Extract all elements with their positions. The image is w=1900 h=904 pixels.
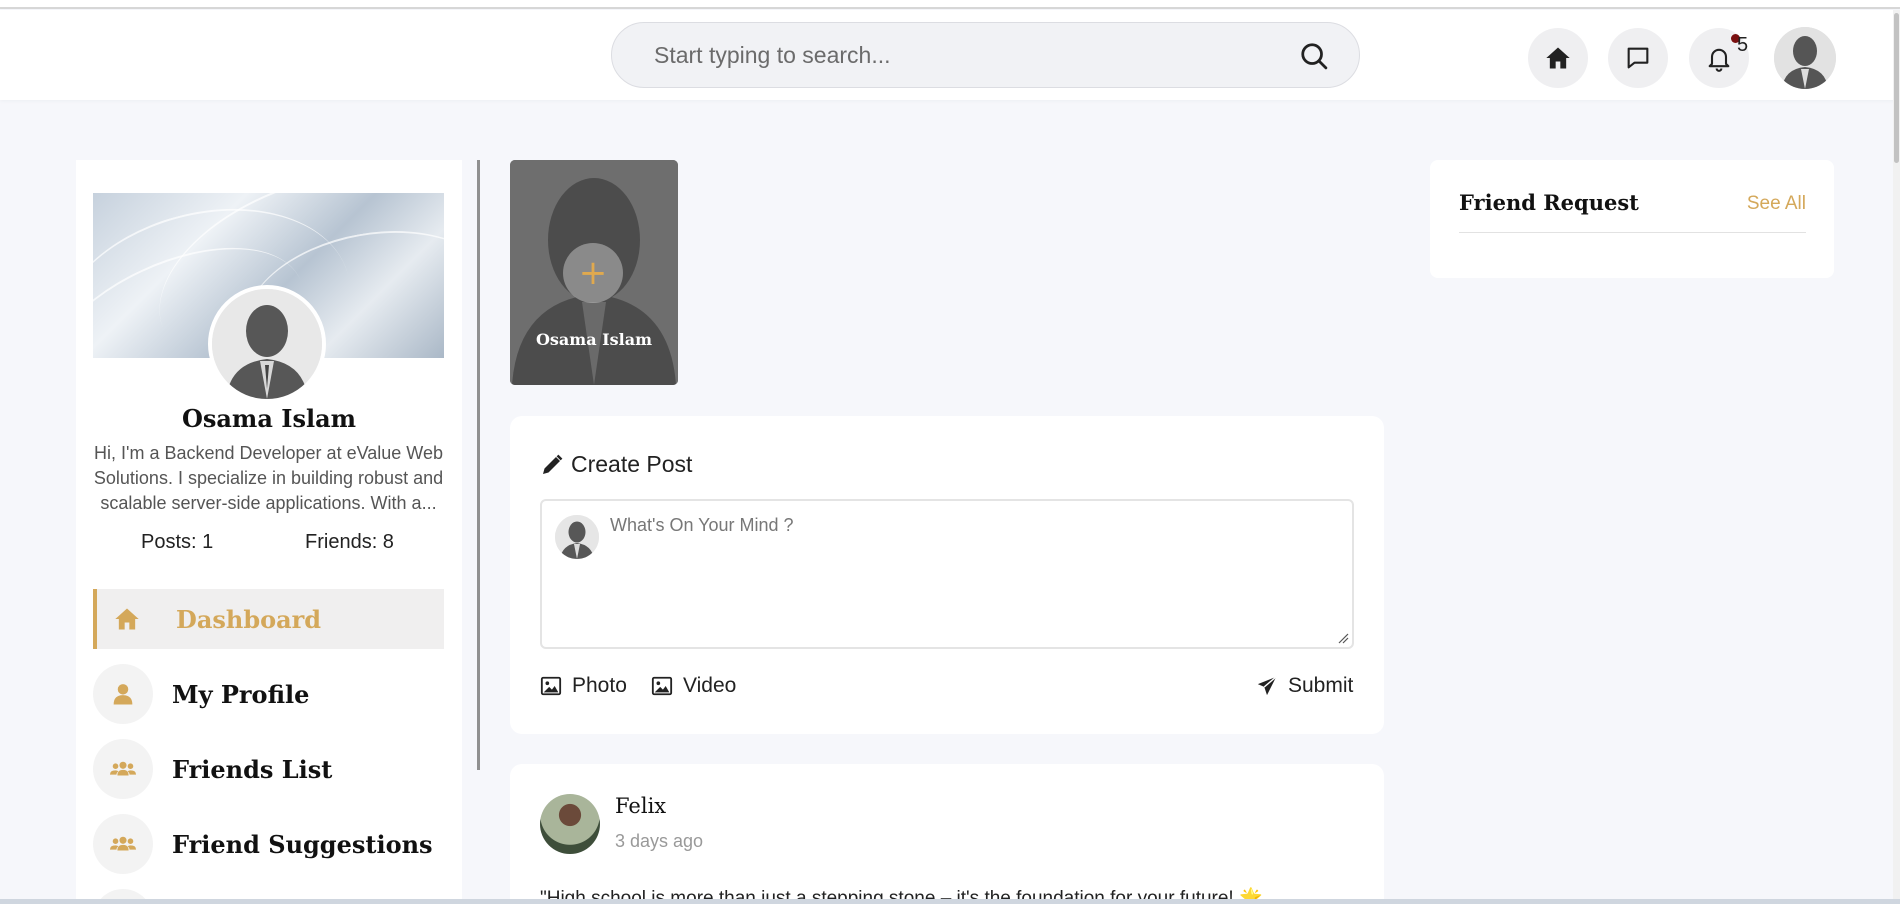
user-icon	[93, 664, 153, 724]
paper-plane-icon	[1257, 676, 1277, 696]
page-scrollbar[interactable]	[1893, 10, 1900, 904]
post-composer[interactable]	[540, 499, 1354, 649]
photo-label: Photo	[572, 674, 627, 697]
user-avatar[interactable]	[1774, 27, 1836, 89]
nav-item-friends-list[interactable]: Friends List	[93, 739, 444, 799]
image-icon	[540, 676, 562, 696]
profile-bio: Hi, I'm a Backend Developer at eValue We…	[93, 443, 444, 513]
profile-name[interactable]: Osama Islam	[76, 404, 462, 433]
avatar-silhouette-icon	[555, 515, 599, 559]
see-all-link[interactable]: See All	[1747, 193, 1806, 215]
post-timestamp: 3 days ago	[615, 831, 704, 851]
post-textarea[interactable]	[610, 515, 1340, 635]
friend-request-title: Friend Request	[1459, 190, 1639, 215]
nav-label: Friend Suggestions	[172, 829, 433, 859]
create-post-title: Create Post	[540, 451, 692, 478]
profile-avatar[interactable]	[208, 285, 326, 403]
avatar-silhouette-icon	[212, 289, 322, 399]
bottom-edge	[0, 899, 1900, 904]
story-user-name: Osama Islam	[535, 330, 653, 349]
search-icon[interactable]	[1299, 41, 1329, 71]
posts-count: Posts: 1	[141, 531, 214, 553]
friend-request-card: Friend Request See All	[1430, 160, 1834, 278]
window-top-border	[0, 0, 1900, 9]
pencil-icon	[543, 454, 563, 474]
bell-icon	[1708, 48, 1730, 72]
home-icon	[1546, 47, 1570, 69]
notifications-button[interactable]: 5	[1689, 28, 1749, 88]
video-label: Video	[683, 674, 737, 697]
users-icon	[93, 739, 153, 799]
photo-button[interactable]: Photo	[540, 674, 627, 698]
image-icon	[651, 676, 673, 696]
avatar-silhouette-icon	[1774, 27, 1836, 89]
users-icon	[93, 814, 153, 874]
resize-grip-icon[interactable]	[1337, 632, 1349, 644]
nav-item-dashboard[interactable]: Dashboard	[93, 589, 444, 649]
left-sidebar: Osama Islam Hi, I'm a Backend Developer …	[76, 160, 462, 904]
nav-label: Dashboard	[176, 604, 322, 634]
nav-item-friend-suggestions[interactable]: Friend Suggestions	[93, 814, 444, 874]
chat-icon	[1627, 47, 1649, 69]
add-story-button[interactable]: +	[563, 243, 623, 303]
search-input[interactable]	[654, 23, 1254, 87]
home-button[interactable]	[1528, 28, 1588, 88]
home-icon	[97, 589, 157, 649]
post-author-avatar[interactable]	[540, 794, 600, 854]
video-button[interactable]: Video	[651, 674, 736, 698]
post-author-name[interactable]: Felix	[615, 794, 666, 818]
scrollbar-thumb[interactable]	[1894, 13, 1899, 163]
create-post-card: Create Post Photo Video Submit	[510, 416, 1384, 734]
composer-avatar	[555, 515, 599, 559]
nav-label: Friends List	[172, 754, 333, 784]
nav-label: My Profile	[172, 679, 310, 709]
sidebar-scrollbar[interactable]	[477, 160, 480, 770]
nav-item-my-profile[interactable]: My Profile	[93, 664, 444, 724]
search-bar[interactable]	[611, 22, 1360, 88]
messages-button[interactable]	[1608, 28, 1668, 88]
feed-post: Felix 3 days ago "High school is more th…	[510, 764, 1384, 904]
divider	[1459, 232, 1806, 233]
submit-label: Submit	[1288, 674, 1354, 697]
top-header: 5	[0, 10, 1900, 100]
submit-button[interactable]: Submit	[1256, 674, 1353, 698]
story-card[interactable]: + Osama Islam	[510, 160, 678, 385]
create-post-label: Create Post	[571, 451, 693, 477]
friends-count[interactable]: Friends: 8	[305, 531, 394, 554]
notification-count: 5	[1737, 34, 1749, 56]
